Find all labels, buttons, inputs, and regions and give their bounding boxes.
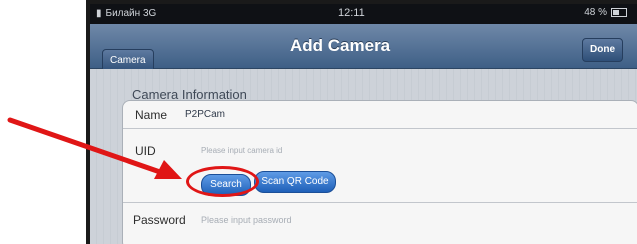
clock: 12:11 [338,7,365,19]
tablet-device: ▮ Билайн 3G 12:11 48 % Camera Add Camera … [86,0,637,244]
uid-field[interactable]: Please input camera id [201,146,282,155]
password-label: Password [133,213,186,227]
carrier-label: Билайн 3G [105,8,157,19]
page-title: Add Camera [290,36,391,55]
password-field[interactable]: Please input password [201,215,292,225]
battery-indicator: 48 % [584,7,627,18]
form-content: Camera Information Name P2PCam UID Pleas… [90,69,637,244]
camera-info-group: Name P2PCam UID Please input camera id S… [122,100,637,244]
screen: ▮ Билайн 3G 12:11 48 % Camera Add Camera … [90,4,637,244]
password-row: Password Please input password [123,202,637,244]
uid-row: UID Please input camera id Search Scan Q… [123,129,637,203]
battery-percent: 48 % [584,7,607,18]
battery-icon [611,8,627,17]
name-field[interactable]: P2PCam [185,109,225,120]
uid-label: UID [135,144,156,158]
scan-qr-button[interactable]: Scan QR Code [254,171,336,193]
navigation-bar: Camera Add Camera Done [90,24,637,73]
carrier: ▮ Билайн 3G [96,8,156,19]
name-label: Name [135,108,168,122]
name-row: Name P2PCam [123,101,637,129]
status-bar: ▮ Билайн 3G 12:11 48 % [90,4,637,24]
done-button[interactable]: Done [582,38,623,62]
signal-icon: ▮ [96,8,102,19]
highlight-circle [186,166,259,197]
